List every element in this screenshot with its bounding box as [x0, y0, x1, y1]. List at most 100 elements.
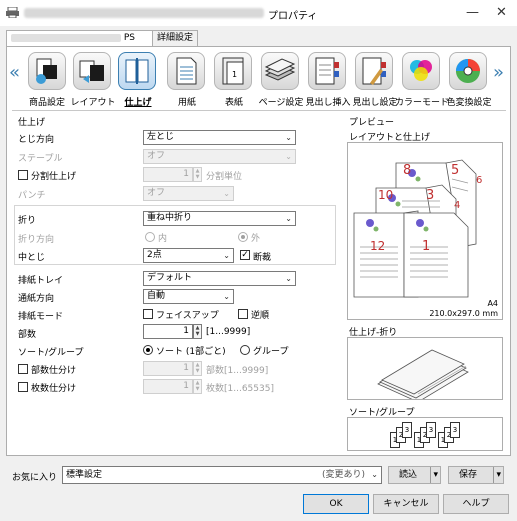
- fold-select-value: 重ね中折り: [147, 213, 193, 223]
- saddle-select[interactable]: 2点 ⌄: [143, 248, 234, 263]
- sheet-split-label: 枚数仕分け: [31, 384, 77, 394]
- sort-page: 3: [426, 422, 436, 438]
- copy-split-spinner[interactable]: ▲ ▼: [193, 361, 202, 376]
- load-button-label: 読込: [399, 470, 418, 480]
- color-conversion-icon[interactable]: [449, 52, 487, 90]
- tray-select-value: デフォルト: [147, 273, 193, 283]
- favorites-select[interactable]: 標準設定 (変更あり) ⌄: [62, 466, 382, 484]
- preview-page-6: 6: [476, 175, 483, 186]
- window-title-blurred: [24, 8, 264, 18]
- split-unit-spinner[interactable]: ▲ ▼: [193, 167, 202, 182]
- color-mode-icon[interactable]: [402, 52, 440, 90]
- tab-bar: PS 詳細設定: [6, 30, 511, 47]
- split-unit-input[interactable]: 1: [143, 167, 193, 182]
- punch-select-value: オフ: [147, 188, 166, 198]
- favorites-changed: (変更あり): [321, 470, 365, 480]
- chevron-down-icon: ⌄: [371, 470, 378, 479]
- trim-checkbox[interactable]: ✓: [240, 250, 250, 260]
- load-button[interactable]: 読込 ▾: [388, 466, 441, 484]
- paper-icon[interactable]: [167, 52, 205, 90]
- folded-booklet-icon: [377, 349, 469, 403]
- fold-direction-inside-radio[interactable]: [145, 232, 155, 242]
- tab-ps[interactable]: PS: [6, 30, 156, 47]
- toolbar-label-cover: 表紙: [224, 98, 244, 108]
- chevron-down-icon: ⌄: [223, 251, 230, 260]
- staple-select[interactable]: オフ ⌄: [143, 149, 296, 164]
- chevron-down-icon: ⌄: [223, 292, 230, 301]
- output-mode-label: 排紙モード: [18, 312, 64, 322]
- tray-select[interactable]: デフォルト ⌄: [143, 271, 296, 286]
- split-unit-label: 分割単位: [206, 172, 243, 182]
- copies-range: [1...9999]: [206, 327, 251, 337]
- page-settings-icon[interactable]: [261, 52, 299, 90]
- favorites-label: お気に入り: [12, 473, 58, 483]
- copy-split-range: 部数[1...9999]: [206, 366, 269, 376]
- copy-split-input[interactable]: 1: [143, 361, 193, 376]
- svg-text:1: 1: [232, 70, 237, 79]
- reverse-order-label: 逆順: [251, 311, 270, 321]
- preview-page-4: 4: [454, 200, 461, 211]
- fold-select[interactable]: 重ね中折り ⌄: [143, 211, 296, 226]
- sheet-split-checkbox[interactable]: [18, 382, 28, 392]
- finishing-icon[interactable]: [118, 52, 156, 90]
- scroll-left-icon[interactable]: «: [9, 62, 20, 83]
- preview-title: プレビュー: [349, 118, 395, 128]
- save-button[interactable]: 保存 ▾: [448, 466, 504, 484]
- window-title: プロパティ: [268, 11, 318, 22]
- sheet-split-range: 枚数[1...65535]: [206, 384, 274, 394]
- sheet-split-input[interactable]: 1: [143, 379, 193, 394]
- tab-advanced[interactable]: 詳細設定: [152, 30, 199, 46]
- tab-ps-blurred-prefix: [11, 33, 121, 42]
- layout-icon[interactable]: [73, 52, 111, 90]
- ok-button[interactable]: OK: [303, 494, 369, 514]
- group-radio[interactable]: [240, 345, 250, 355]
- sort-group-label: ソート/グループ: [18, 348, 84, 358]
- sort-set-2: 1 2 3: [414, 422, 438, 448]
- saddle-label: 中とじ: [18, 253, 46, 263]
- tab-insert-icon[interactable]: [308, 52, 346, 90]
- copy-split-checkbox[interactable]: [18, 364, 28, 374]
- punch-select[interactable]: オフ ⌄: [143, 186, 234, 201]
- preview-page-1: 1: [422, 239, 431, 254]
- binding-label: とじ方向: [18, 135, 55, 145]
- scroll-right-icon[interactable]: »: [493, 62, 504, 83]
- binding-select[interactable]: 左とじ ⌄: [143, 130, 296, 145]
- copies-spinner[interactable]: ▲ ▼: [193, 324, 202, 339]
- copies-input[interactable]: 1: [143, 324, 193, 339]
- sheet-split-spinner[interactable]: ▲ ▼: [193, 379, 202, 394]
- group-radio-label: グループ: [253, 347, 289, 357]
- toolbar-label-layout: レイアウト: [70, 98, 116, 108]
- reverse-order-checkbox[interactable]: [238, 309, 248, 319]
- close-button[interactable]: ✕: [496, 5, 507, 20]
- split-finish-label: 分割仕上げ: [31, 172, 77, 182]
- minimize-button[interactable]: —: [466, 5, 479, 20]
- tab-ps-label: PS: [123, 33, 136, 43]
- chevron-down-icon: ▾: [493, 467, 501, 483]
- layout-preview: 8 5 6 10 3 4 12 1 A4 210.0x297.0 mm: [347, 142, 503, 320]
- feed-direction-label: 通紙方向: [18, 294, 55, 304]
- toolbar-label-product: 商品設定: [28, 98, 66, 108]
- punch-label: パンチ: [18, 191, 46, 201]
- tab-settings-icon[interactable]: [355, 52, 393, 90]
- chevron-down-icon: ▾: [430, 467, 438, 483]
- sort-radio[interactable]: [143, 345, 153, 355]
- cancel-button[interactable]: キャンセル: [373, 494, 439, 514]
- booklet-preview-graphic: [353, 159, 477, 298]
- toolbar-label-finishing: 仕上げ: [124, 98, 152, 108]
- product-settings-icon[interactable]: [28, 52, 66, 90]
- toolbar-label-color-conversion: 色変換設定: [446, 98, 492, 108]
- split-finish-checkbox[interactable]: [18, 170, 28, 180]
- fold-direction-inside-label: 内: [158, 234, 168, 244]
- preview-page-3: 3: [426, 188, 435, 203]
- binding-select-value: 左とじ: [147, 132, 175, 142]
- faceup-checkbox[interactable]: [143, 309, 153, 319]
- cover-icon[interactable]: 1: [214, 52, 252, 90]
- help-button[interactable]: ヘルプ: [443, 494, 509, 514]
- feed-direction-select[interactable]: 自動 ⌄: [143, 289, 234, 304]
- favorites-select-value: 標準設定: [66, 470, 103, 480]
- fold-direction-outside-radio[interactable]: [238, 232, 248, 242]
- paper-size: A4: [487, 299, 498, 308]
- preview-page-8: 8: [403, 163, 412, 178]
- toolbar-label-tab-insert: 見出し挿入: [305, 98, 351, 108]
- sort-page: 3: [450, 422, 460, 438]
